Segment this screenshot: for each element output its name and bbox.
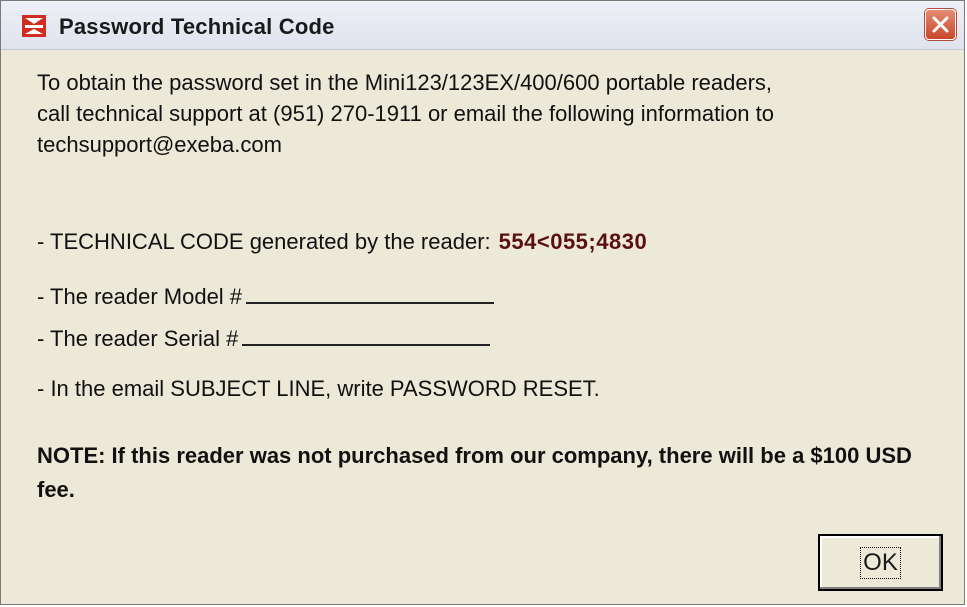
- password-technical-code-dialog: Password Technical Code To obtain the pa…: [0, 0, 965, 605]
- ok-button[interactable]: OK: [818, 534, 943, 591]
- model-label: - The reader Model #: [37, 284, 243, 309]
- subject-line-instruction: - In the email SUBJECT LINE, write PASSW…: [37, 376, 600, 401]
- intro-text: To obtain the password set in the Mini12…: [37, 70, 774, 157]
- tech-code-line: - TECHNICAL CODE generated by the reader…: [37, 228, 647, 256]
- serial-label: - The reader Serial #: [37, 326, 239, 351]
- model-blank-line: [246, 284, 495, 304]
- ok-button-label: OK: [860, 546, 901, 579]
- exeba-logo-icon: [22, 15, 46, 37]
- fee-note: NOTE: If this reader was not purchased f…: [37, 443, 912, 502]
- window-title: Password Technical Code: [59, 14, 335, 39]
- serial-line: - The reader Serial #: [37, 325, 491, 353]
- dialog-content: To obtain the password set in the Mini12…: [1, 50, 964, 604]
- serial-blank-line: [242, 326, 491, 346]
- title-bar[interactable]: Password Technical Code: [1, 1, 964, 50]
- tech-code-value: 554<055;4830: [498, 229, 648, 254]
- close-icon: [932, 16, 949, 33]
- close-button[interactable]: [925, 9, 956, 40]
- tech-code-label: - TECHNICAL CODE generated by the reader…: [37, 229, 491, 254]
- model-line: - The reader Model #: [37, 283, 495, 311]
